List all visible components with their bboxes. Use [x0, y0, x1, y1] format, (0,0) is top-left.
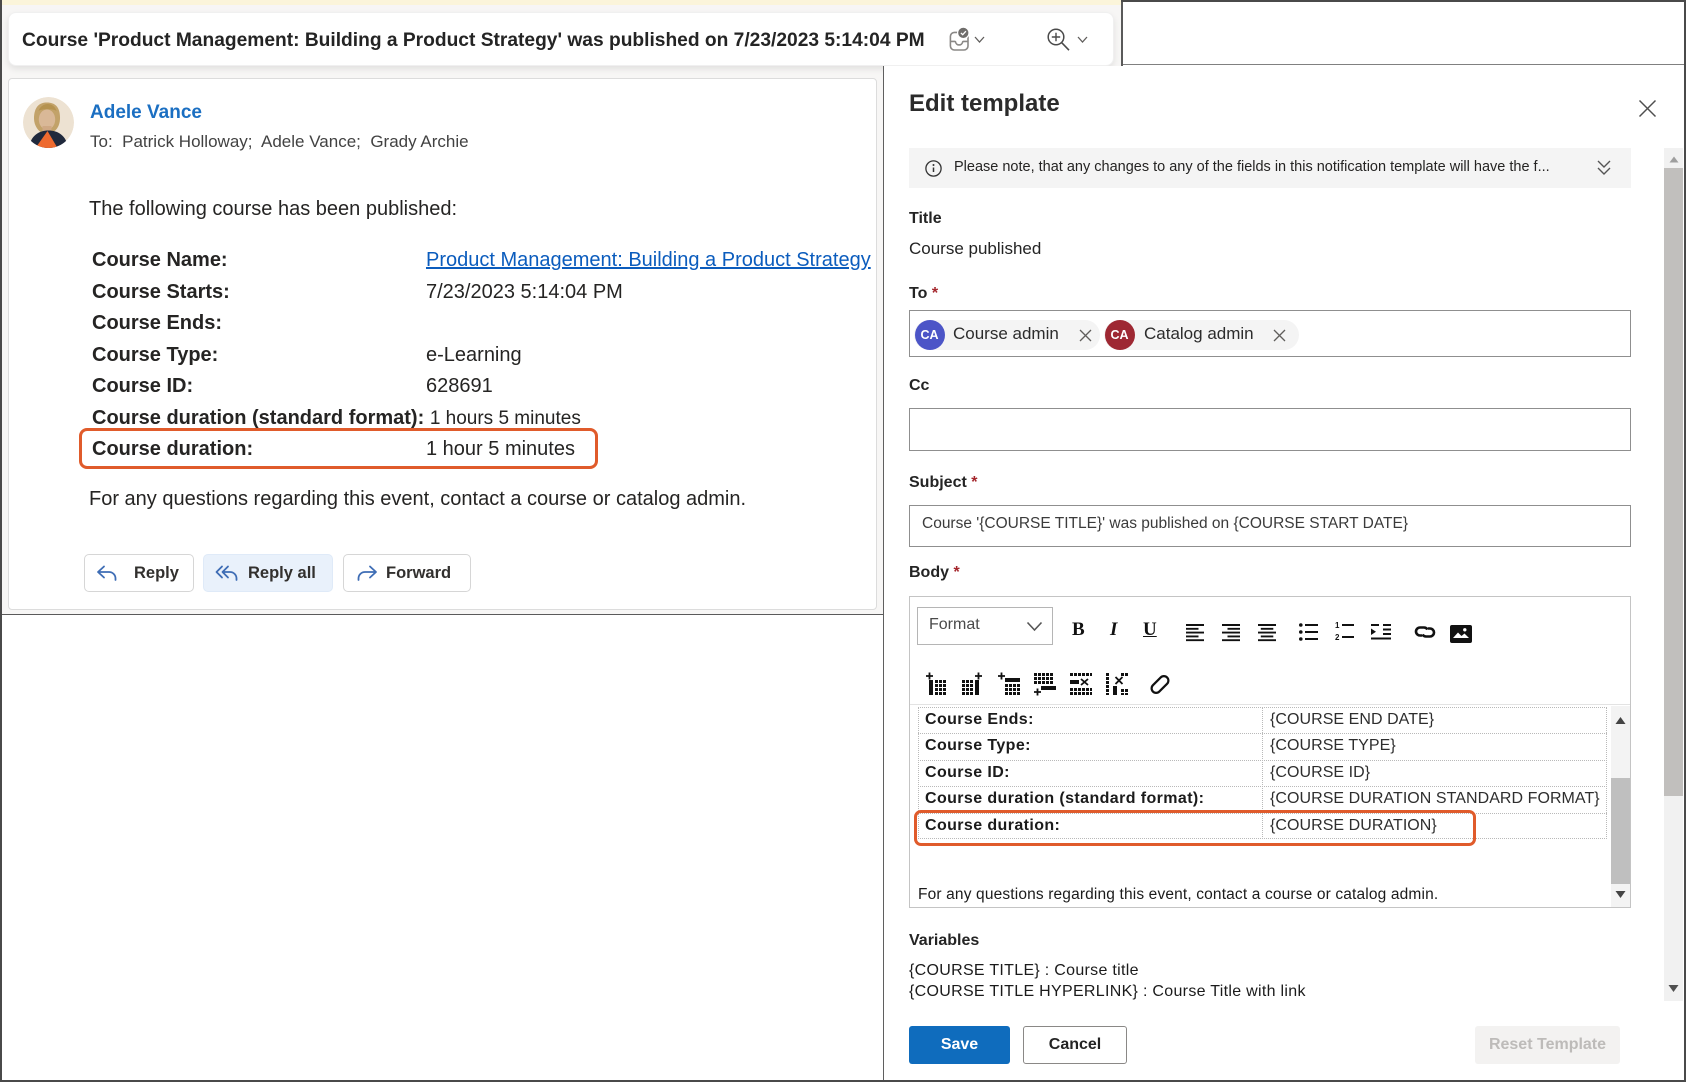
- svg-text:1: 1: [1335, 621, 1340, 630]
- svg-text:2: 2: [1335, 633, 1340, 642]
